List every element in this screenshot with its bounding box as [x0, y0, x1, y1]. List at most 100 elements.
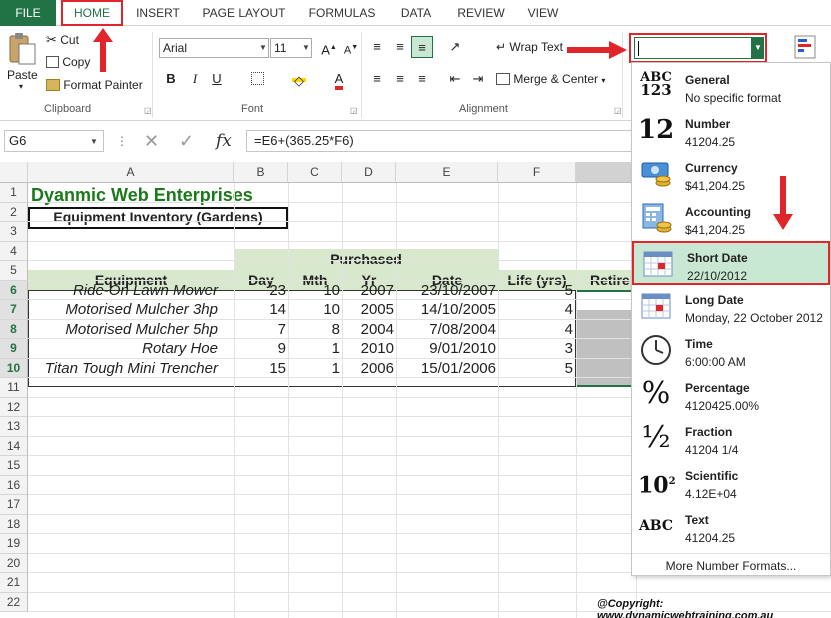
number-format-short-date[interactable]: Short Date 22/10/2012 — [632, 241, 830, 285]
row-header[interactable]: 10 — [0, 358, 28, 378]
cell-date[interactable]: 15/01/2006 — [396, 359, 496, 378]
tab-insert[interactable]: INSERT — [128, 0, 188, 26]
tab-page-layout[interactable]: PAGE LAYOUT — [196, 0, 292, 26]
align-left-icon[interactable]: ≡ — [366, 68, 388, 90]
cell-day[interactable]: 14 — [234, 300, 286, 319]
merge-center-button[interactable]: Merge & Center ▾ — [496, 72, 605, 86]
number-format-fraction[interactable]: ½ Fraction 41204 1/4 — [632, 417, 830, 461]
align-right-icon[interactable]: ≡ — [411, 68, 433, 90]
cell-equipment[interactable]: Motorised Mulcher 3hp — [28, 300, 218, 319]
increase-font-icon[interactable]: A▲ — [318, 37, 340, 59]
cancel-icon[interactable]: ✕ — [144, 130, 159, 152]
chevron-down-icon[interactable]: ▼ — [752, 37, 764, 59]
cell-equipment[interactable]: Motorised Mulcher 5hp — [28, 320, 218, 339]
dialog-launcher-icon[interactable]: ◲ — [144, 106, 152, 115]
more-number-formats-link[interactable]: More Number Formats... — [632, 553, 830, 573]
column-header-f[interactable]: F — [498, 162, 576, 183]
cell-life[interactable]: 5 — [498, 359, 573, 378]
cell-day[interactable]: 9 — [234, 339, 286, 358]
number-format-time[interactable]: Time 6:00:00 AM — [632, 329, 830, 373]
paste-button[interactable]: Paste ▾ — [7, 32, 41, 94]
chevron-down-icon[interactable]: ▼ — [302, 43, 310, 52]
align-top-icon[interactable]: ≡ — [366, 36, 388, 58]
column-header-a[interactable]: A — [28, 162, 234, 183]
chevron-down-icon[interactable]: ▼ — [259, 43, 267, 52]
italic-button[interactable]: I — [184, 68, 206, 90]
row-header[interactable]: 20 — [0, 553, 28, 573]
row-header[interactable]: 18 — [0, 514, 28, 534]
cell-date[interactable]: 14/10/2005 — [396, 300, 496, 319]
header-retire[interactable]: Retire — [590, 271, 630, 290]
tab-data[interactable]: DATA — [392, 0, 440, 26]
decrease-indent-icon[interactable]: ⇤ — [444, 68, 466, 90]
sheet-subtitle[interactable]: Equipment Inventory (Gardens) — [28, 208, 288, 227]
cell-life[interactable]: 4 — [498, 320, 573, 339]
number-format-scientific[interactable]: 102 Scientific 4.12E+04 — [632, 461, 830, 505]
row-header[interactable]: 5 — [0, 261, 28, 281]
number-format-combo[interactable]: ▼ — [629, 33, 767, 63]
row-header[interactable]: 11 — [0, 378, 28, 398]
row-header[interactable]: 15 — [0, 456, 28, 476]
select-all-corner[interactable] — [0, 162, 28, 183]
copy-button[interactable]: Copy — [46, 55, 90, 69]
cell-date[interactable]: 23/10/2007 — [396, 281, 496, 300]
row-header[interactable]: 13 — [0, 417, 28, 437]
tab-view[interactable]: VIEW — [520, 0, 566, 26]
cut-button[interactable]: ✂ Cut — [46, 32, 79, 48]
column-header-d[interactable]: D — [342, 162, 396, 183]
number-format-accounting[interactable]: Accounting $41,204.25 — [632, 197, 830, 241]
row-header[interactable]: 8 — [0, 319, 28, 339]
align-center-icon[interactable]: ≡ — [389, 68, 411, 90]
cell-day[interactable]: 23 — [234, 281, 286, 300]
row-header[interactable]: 6 — [0, 280, 28, 300]
row-header[interactable]: 12 — [0, 397, 28, 417]
row-header[interactable]: 1 — [0, 183, 28, 203]
number-format-percentage[interactable]: % Percentage 4120425.00% — [632, 373, 830, 417]
number-format-long-date[interactable]: Long Date Monday, 22 October 2012 — [632, 285, 830, 329]
column-header-c[interactable]: C — [288, 162, 342, 183]
cell-equipment[interactable]: Ride-On Lawn Mower — [28, 281, 218, 300]
cell-yr[interactable]: 2004 — [342, 320, 394, 339]
cell-date[interactable]: 9/01/2010 — [396, 339, 496, 358]
dialog-launcher-icon[interactable]: ◲ — [350, 106, 358, 115]
cell-yr[interactable]: 2005 — [342, 300, 394, 319]
underline-button[interactable]: U — [206, 68, 228, 90]
tab-home[interactable]: HOME — [61, 0, 123, 26]
cell-yr[interactable]: 2010 — [342, 339, 394, 358]
tab-formulas[interactable]: FORMULAS — [302, 0, 382, 26]
cell-life[interactable]: 3 — [498, 339, 573, 358]
cell-day[interactable]: 7 — [234, 320, 286, 339]
orientation-icon[interactable]: ↗ — [444, 36, 466, 58]
font-color-icon[interactable]: A — [328, 68, 350, 90]
number-format-number[interactable]: 12 Number 41204.25 — [632, 109, 830, 153]
number-format-currency[interactable]: Currency $41,204.25 — [632, 153, 830, 197]
cell-yr[interactable]: 2006 — [342, 359, 394, 378]
fill-color-icon[interactable]: ◇ — [288, 68, 310, 90]
cell-yr[interactable]: 2007 — [342, 281, 394, 300]
align-middle-icon[interactable]: ≡ — [389, 36, 411, 58]
row-header[interactable]: 22 — [0, 592, 28, 612]
cell-life[interactable]: 5 — [498, 281, 573, 300]
row-header[interactable]: 14 — [0, 436, 28, 456]
row-header[interactable]: 19 — [0, 534, 28, 554]
decrease-font-icon[interactable]: A▼ — [340, 37, 362, 59]
row-header[interactable]: 21 — [0, 573, 28, 593]
row-header[interactable]: 3 — [0, 222, 28, 242]
conditional-formatting-icon[interactable] — [793, 34, 821, 64]
format-painter-button[interactable]: Format Painter — [46, 78, 143, 92]
dialog-launcher-icon[interactable]: ◲ — [614, 106, 622, 115]
cell-date[interactable]: 7/08/2004 — [396, 320, 496, 339]
align-bottom-icon[interactable]: ≡ — [411, 36, 433, 58]
cell-mth[interactable]: 8 — [288, 320, 340, 339]
borders-icon[interactable] — [246, 68, 268, 90]
wrap-text-button[interactable]: ↵ Wrap Text — [496, 40, 563, 54]
row-header[interactable]: 9 — [0, 339, 28, 359]
row-header[interactable]: 16 — [0, 475, 28, 495]
font-name-box[interactable]: Arial — [159, 38, 269, 58]
column-header-b[interactable]: B — [234, 162, 288, 183]
cell-mth[interactable]: 10 — [288, 300, 340, 319]
bold-button[interactable]: B — [160, 68, 182, 90]
insert-function-icon[interactable]: fx — [216, 130, 232, 152]
cell-mth[interactable]: 10 — [288, 281, 340, 300]
cell-equipment[interactable]: Rotary Hoe — [28, 339, 218, 358]
